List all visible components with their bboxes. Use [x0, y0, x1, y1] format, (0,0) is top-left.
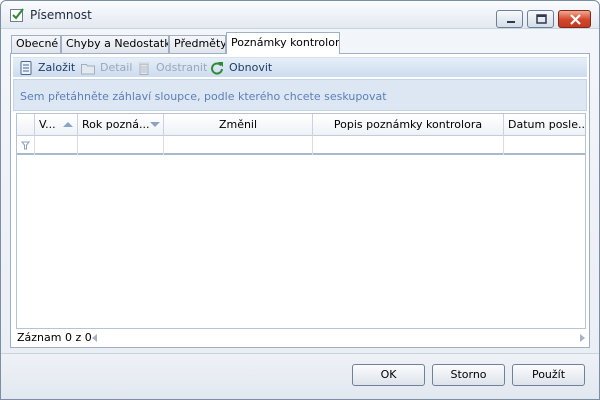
ok-label: OK	[380, 368, 397, 381]
refresh-label: Obnovit	[229, 61, 273, 74]
tab-label: Poznámky kontrolora	[231, 36, 340, 49]
refresh-icon	[210, 61, 224, 75]
column-header-v[interactable]: V...	[35, 114, 78, 136]
scroll-left-icon[interactable]	[92, 334, 97, 342]
column-header-zmenil[interactable]: Změnil	[164, 114, 313, 136]
filter-cell[interactable]	[313, 136, 504, 155]
trash-icon	[137, 61, 151, 75]
folder-icon	[81, 61, 95, 75]
document-check-icon	[10, 8, 24, 22]
column-header-label: Rok pozná...	[82, 118, 150, 131]
maximize-icon	[536, 14, 547, 24]
column-header-label: Datum posle...	[508, 118, 585, 131]
refresh-button[interactable]: Obnovit	[210, 60, 274, 76]
grid-footer: Záznam 0 z 0	[14, 331, 588, 345]
dialog-button-bar: OK Storno Použít	[1, 353, 599, 399]
remove-button[interactable]: Odstranit	[137, 60, 209, 76]
cancel-button[interactable]: Storno	[432, 364, 505, 386]
column-header-label: Popis poznámky kontrolora	[333, 118, 483, 131]
filter-cell[interactable]	[504, 136, 585, 155]
tab-chyby-a-nedostatky[interactable]: Chyby a Nedostatky	[61, 35, 169, 53]
tab-panel: Založit Detail Odstranit Obnovit Sem pře…	[10, 53, 590, 348]
ok-button[interactable]: OK	[352, 364, 425, 386]
remove-label: Odstranit	[156, 61, 208, 74]
tab-poznamky-kontrolora[interactable]: Poznámky kontrolora	[226, 32, 340, 54]
apply-button[interactable]: Použít	[512, 364, 585, 386]
maximize-button[interactable]	[527, 10, 554, 28]
sort-ascending-icon	[63, 122, 73, 127]
tab-obecne[interactable]: Obecné	[11, 35, 61, 53]
filter-cell[interactable]	[164, 136, 313, 155]
column-header-datum[interactable]: Datum posle...	[504, 114, 585, 136]
tab-label: Chyby a Nedostatky	[66, 37, 169, 50]
grid-header: V... Rok pozná... Změnil Popis poznámky …	[17, 114, 585, 136]
create-button[interactable]: Založit	[19, 60, 79, 76]
tab-label: Obecné	[16, 37, 59, 50]
close-button[interactable]	[558, 10, 591, 28]
filter-cell[interactable]	[35, 136, 78, 155]
window-title: Písemnost	[30, 8, 92, 22]
create-label: Založit	[38, 61, 76, 74]
tab-label: Předměty	[174, 37, 226, 50]
scroll-right-icon[interactable]	[580, 334, 585, 342]
apply-label: Použít	[531, 368, 566, 381]
tab-predmety[interactable]: Předměty	[169, 35, 226, 53]
detail-label: Detail	[100, 61, 133, 74]
cancel-label: Storno	[450, 368, 487, 381]
filter-indicator	[17, 136, 35, 155]
record-count: Záznam 0 z 0	[17, 331, 92, 344]
column-header-popis[interactable]: Popis poznámky kontrolora	[313, 114, 504, 136]
column-header-label: V...	[39, 118, 56, 131]
close-icon	[570, 14, 581, 25]
filter-row	[17, 136, 585, 155]
sort-descending-icon	[150, 122, 160, 127]
title-bar[interactable]: Písemnost	[1, 1, 599, 29]
minimize-button[interactable]	[496, 10, 523, 28]
data-grid: V... Rok pozná... Změnil Popis poznámky …	[16, 113, 586, 329]
minimize-icon	[507, 21, 515, 23]
column-header-rok-poznamky[interactable]: Rok pozná...	[78, 114, 164, 136]
filter-icon	[20, 141, 31, 150]
column-header-label: Změnil	[218, 118, 258, 131]
new-document-icon	[19, 61, 33, 75]
group-hint: Sem přetáhněte záhlaví sloupce, podle kt…	[20, 90, 387, 103]
detail-button[interactable]: Detail	[81, 60, 135, 76]
group-by-area[interactable]: Sem přetáhněte záhlaví sloupce, podle kt…	[13, 79, 587, 111]
dialog-window: Písemnost Obecné Chyby a Nedostatky Před…	[0, 0, 600, 400]
row-indicator-header	[17, 114, 35, 136]
toolbar: Založit Detail Odstranit Obnovit	[13, 57, 587, 77]
filter-cell[interactable]	[78, 136, 164, 155]
